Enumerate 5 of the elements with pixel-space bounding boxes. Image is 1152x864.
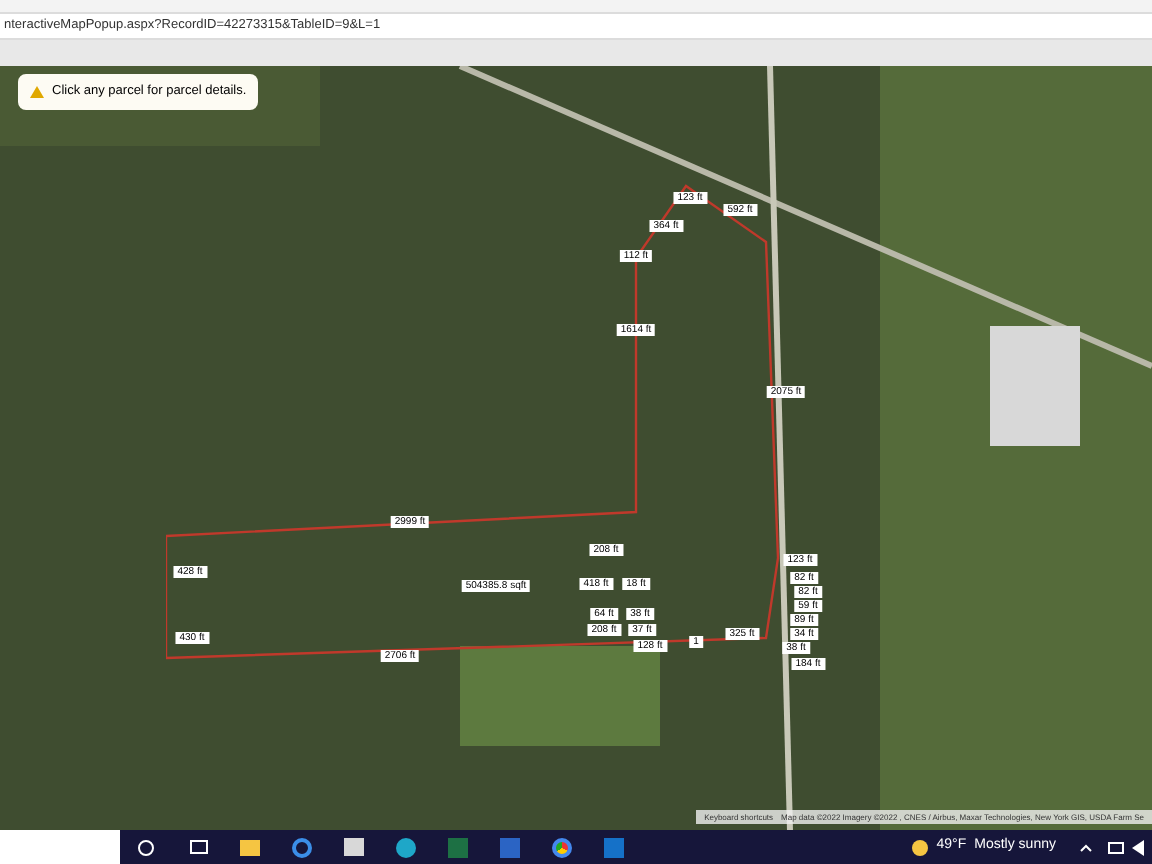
caret-icon[interactable] <box>1080 843 1092 851</box>
satellite-map[interactable] <box>0 66 1152 830</box>
sun-icon <box>912 839 929 855</box>
warning-icon <box>30 85 44 98</box>
volume-icon[interactable] <box>1132 839 1144 855</box>
